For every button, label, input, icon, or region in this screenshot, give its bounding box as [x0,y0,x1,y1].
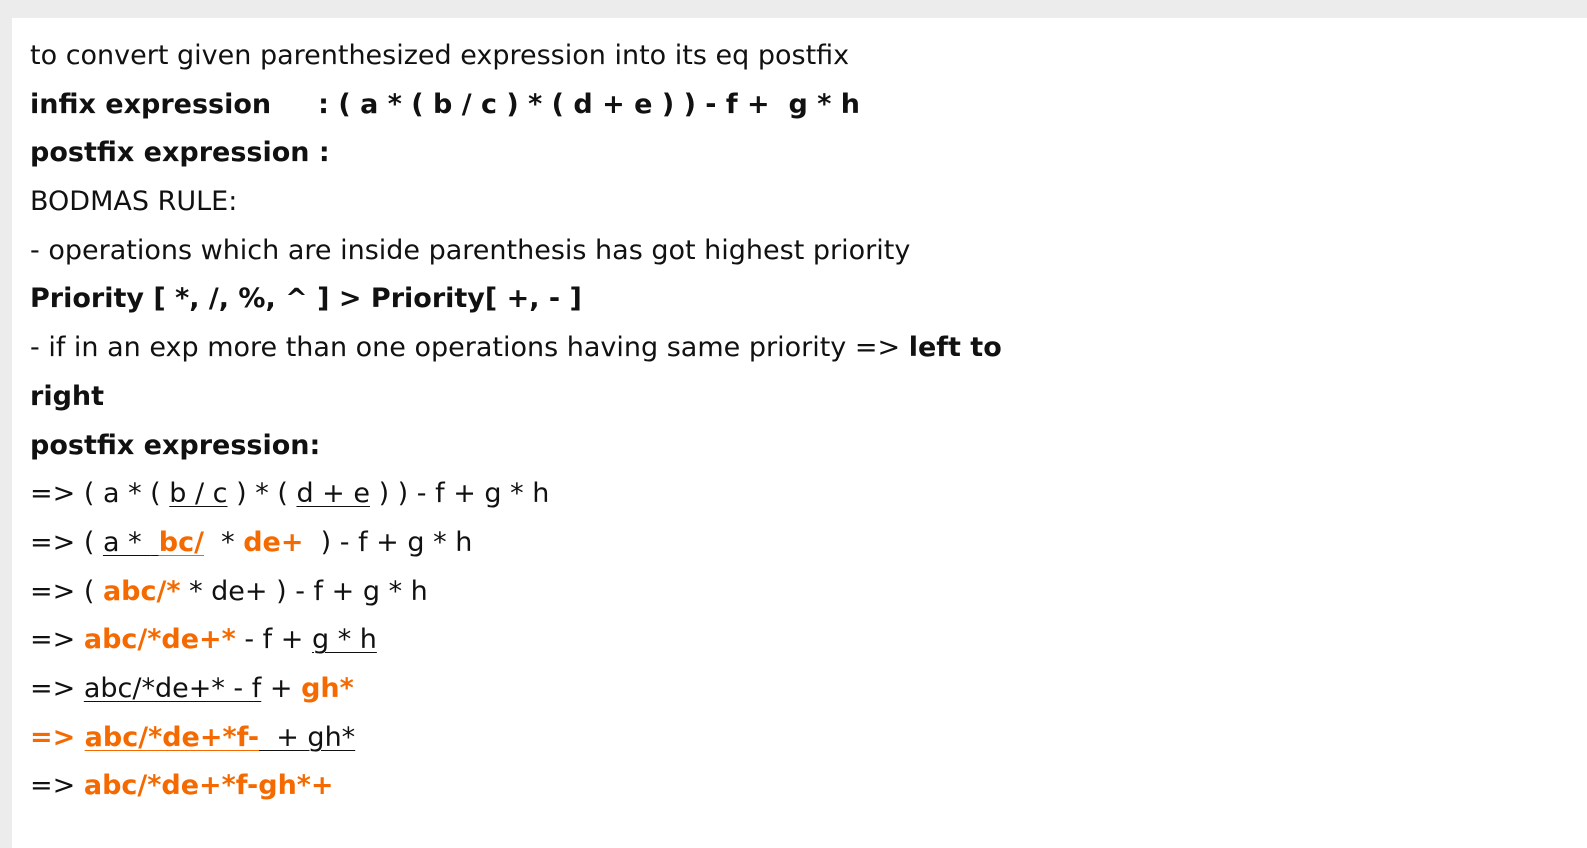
step-2-underlined-space [150,527,159,558]
step-1-a: => ( a * ( [30,478,170,510]
step-5-underlined: abc/*de+* - f [83,672,262,704]
priority-text: Priority [ *, /, %, ^ ] > Priority[ +, -… [30,283,582,315]
step-6-a: => [30,721,85,753]
step-2-highlight-de: de+ [243,526,304,558]
step-4-underlined-gh: g * h [311,624,377,656]
title-line: to convert given parenthesized expressio… [30,32,1002,81]
step-1-underlined-bc: b / c [169,478,228,510]
step-5-c: + [261,672,302,704]
step-2-g: ) - f + g * h [303,526,473,558]
document-content: to convert given parenthesized expressio… [30,32,1002,811]
step-2-underlined-a: a * [102,526,151,558]
step-7-a: => [30,770,84,802]
infix-label: infix expression [30,88,272,120]
rule2-text: - if in an exp more than one operations … [30,332,909,364]
bodmas-text: BODMAS RULE: [30,186,238,218]
postfix-label: postfix expression : [30,137,330,169]
step-2-e: * [203,526,244,558]
step-4: => abc/*de+* - f + g * h [30,616,1002,665]
step-7-result: abc/*de+*f-gh*+ [83,770,334,802]
step-1-underlined-de: d + e [296,478,370,510]
rule2-bold: left to [908,332,1002,364]
step-6: => abc/*de+*f- + gh* [30,714,1002,763]
step-2-highlight-bc: bc/ [158,526,204,558]
postfix-heading-line: postfix expression: [30,422,1002,471]
step-7: => abc/*de+*f-gh*+ [30,762,1002,811]
step-1: => ( a * ( b / c ) * ( d + e ) ) - f + g… [30,470,1002,519]
postfix-heading: postfix expression: [30,429,321,461]
step-1-e: ) ) - f + g * h [369,478,550,510]
step-4-highlight: abc/*de+* [83,624,236,656]
step-6-underlined-rest: + gh* [259,721,356,753]
infix-value: : ( a * ( b / c ) * ( d + e ) ) - f + g … [271,88,860,120]
step-1-c: ) * ( [227,478,297,510]
step-5-highlight: gh* [301,672,354,704]
step-4-a: => [30,624,84,656]
step-2-a: => ( [30,526,103,558]
step-3: => ( abc/* * de+ ) - f + g * h [30,568,1002,617]
rule2-continuation: right [30,380,105,412]
rule1-text: - operations which are inside parenthesi… [30,234,911,266]
step-2: => ( a * bc/ * de+ ) - f + g * h [30,519,1002,568]
rule2-continuation-line: right [30,373,1002,422]
step-5-a: => [30,672,84,704]
step-5: => abc/*de+* - f + gh* [30,665,1002,714]
priority-line: Priority [ *, /, %, ^ ] > Priority[ +, -… [30,275,1002,324]
infix-line: infix expression : ( a * ( b / c ) * ( d… [30,81,1002,130]
step-4-c: - f + [235,624,312,656]
step-3-a: => ( [30,575,103,607]
postfix-label-line: postfix expression : [30,129,1002,178]
title-text: to convert given parenthesized expressio… [30,40,850,71]
rule1-line: - operations which are inside parenthesi… [30,227,1002,276]
step-6-underlined-highlight: abc/*de+*f- [84,721,260,753]
document-page: to convert given parenthesized expressio… [12,18,1587,848]
rule2-line: - if in an exp more than one operations … [30,324,1002,373]
step-3-highlight: abc/* [102,575,181,607]
bodmas-line: BODMAS RULE: [30,178,1002,227]
step-3-c: * de+ ) - f + g * h [180,575,428,607]
